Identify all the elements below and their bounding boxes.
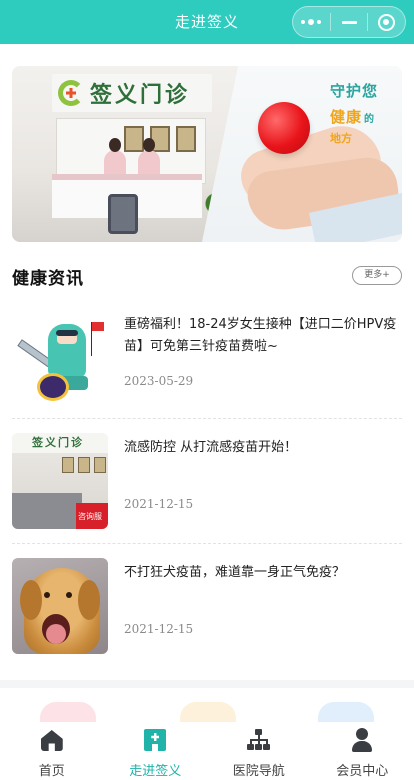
tab-label: 走进签义 — [129, 764, 182, 779]
news-title: 不打狂犬疫苗，难道靠一身正气免疫？ — [124, 565, 346, 580]
close-button[interactable] — [368, 7, 405, 37]
mini-program-capsule — [292, 6, 406, 38]
chair — [108, 194, 138, 234]
minimize-icon — [341, 20, 357, 24]
slogan-line-3: 地方 — [330, 132, 352, 145]
info-panel-label: 咨询服 — [78, 512, 102, 521]
red-heart-icon — [258, 102, 310, 154]
certificate-frame — [124, 126, 144, 152]
bottom-tab-bar: 首页 走进签义 医院导航 会员中心 — [0, 722, 414, 780]
slogan-line-2-suffix: 的 — [364, 114, 375, 125]
dog-ear — [20, 580, 42, 620]
certificate-frame — [94, 457, 106, 473]
banner-slogan: 守护您 健康的 地方 — [330, 80, 400, 146]
flag-icon — [92, 322, 104, 331]
news-date: 2023-05-29 — [124, 374, 194, 388]
section-title: 健康资讯 — [12, 269, 84, 289]
news-item[interactable]: 签义门诊 咨询服 流感防控 从打流感疫苗开始！ 2021-12-15 — [12, 433, 402, 529]
tab-label: 首页 — [38, 764, 65, 779]
desk — [12, 493, 82, 529]
minimize-button[interactable] — [331, 7, 368, 37]
tab-home[interactable]: 首页 — [0, 722, 104, 780]
clinic-sign: 签义门诊 — [52, 74, 212, 112]
target-circle-icon — [378, 13, 396, 31]
news-title: 流感防控 从打流感疫苗开始！ — [124, 440, 298, 455]
certificate-frame — [78, 457, 90, 473]
more-button[interactable] — [293, 7, 330, 37]
section-gap — [0, 680, 414, 688]
news-thumbnail-cartoon — [12, 310, 108, 406]
clinic-name: 签义门诊 — [90, 83, 191, 108]
more-button[interactable]: 更多+ — [352, 266, 402, 285]
more-dots-icon — [301, 19, 322, 25]
clinic-logo-icon — [58, 80, 84, 106]
user-icon — [350, 728, 374, 752]
tab-member[interactable]: 会员中心 — [311, 722, 414, 780]
org-tree-icon — [246, 728, 271, 752]
banner-carousel[interactable]: 签义门诊 守护您 健康的 地方 — [12, 66, 402, 242]
dog-tongue — [46, 624, 66, 644]
news-thumbnail-dog — [12, 558, 108, 654]
certificate-frame — [176, 126, 196, 152]
hospital-icon — [143, 728, 167, 752]
certificate-frame — [62, 457, 74, 473]
thumb-clinic-sign: 签义门诊 — [12, 433, 108, 453]
dog-eye — [66, 592, 72, 598]
news-thumbnail-clinic: 签义门诊 咨询服 — [12, 433, 108, 529]
top-nav-bar: 走进签义 — [0, 0, 414, 44]
news-item[interactable]: 不打狂犬疫苗，难道靠一身正气免疫？ 2021-12-15 — [12, 558, 402, 654]
tab-navigation[interactable]: 医院导航 — [207, 722, 311, 780]
news-title: 重磅福利！18-24岁女生接种【进口二价HPV疫苗】可免第三针疫苗费啦~ — [124, 317, 397, 354]
dog-eye — [44, 592, 50, 598]
divider — [12, 418, 402, 419]
tab-label: 会员中心 — [336, 764, 389, 779]
news-item[interactable]: 重磅福利！18-24岁女生接种【进口二价HPV疫苗】可免第三针疫苗费啦~ 202… — [12, 310, 402, 406]
slogan-line-2: 健康 — [330, 108, 363, 126]
home-icon — [40, 728, 64, 752]
tab-about[interactable]: 走进签义 — [104, 722, 208, 780]
goggles — [56, 330, 78, 336]
news-date: 2021-12-15 — [124, 497, 194, 511]
dog-ear — [78, 580, 100, 620]
divider — [12, 543, 402, 544]
slogan-line-1: 守护您 — [330, 82, 379, 100]
tab-label: 医院导航 — [232, 764, 285, 779]
news-date: 2021-12-15 — [124, 622, 194, 636]
virus-icon — [40, 376, 66, 398]
